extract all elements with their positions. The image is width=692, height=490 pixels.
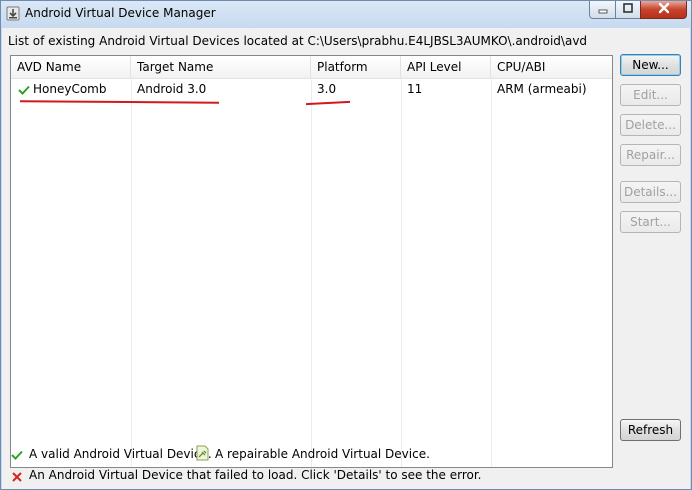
client-area: List of existing Android Virtual Devices… bbox=[2, 28, 690, 489]
minimize-button[interactable] bbox=[589, 1, 616, 19]
edit-button[interactable]: Edit... bbox=[620, 84, 681, 106]
title-bar[interactable]: Android Virtual Device Manager bbox=[1, 1, 691, 27]
repair-button[interactable]: Repair... bbox=[620, 144, 681, 166]
valid-check-icon bbox=[11, 449, 23, 463]
maximize-icon bbox=[623, 3, 633, 13]
red-underline-annotation bbox=[305, 100, 351, 106]
cpu-abi-cell: ARM (armeabi) bbox=[497, 82, 587, 96]
details-button[interactable]: Details... bbox=[620, 181, 681, 203]
legend-repairable-text: A repairable Android Virtual Device. bbox=[215, 447, 430, 461]
start-button[interactable]: Start... bbox=[620, 211, 681, 233]
table-header: AVD Name Target Name Platform API Level … bbox=[11, 56, 612, 79]
repairable-device-icon bbox=[195, 445, 210, 464]
legend-failed-text: An Android Virtual Device that failed to… bbox=[29, 468, 482, 482]
red-underline-annotation bbox=[19, 100, 220, 104]
new-button[interactable]: New... bbox=[620, 54, 681, 76]
column-header-cpu-abi[interactable]: CPU/ABI bbox=[491, 56, 612, 78]
column-header-target-name[interactable]: Target Name bbox=[131, 56, 311, 78]
platform-cell: 3.0 bbox=[317, 82, 337, 96]
avd-table[interactable]: AVD Name Target Name Platform API Level … bbox=[10, 55, 613, 468]
failed-x-icon bbox=[12, 471, 22, 485]
api-level-cell: 11 bbox=[407, 82, 423, 96]
legend-valid-text: A valid Android Virtual Device. bbox=[29, 447, 212, 461]
minimize-icon bbox=[598, 9, 607, 14]
column-divider bbox=[131, 78, 132, 467]
delete-button[interactable]: Delete... bbox=[620, 114, 681, 136]
android-download-icon bbox=[6, 6, 20, 21]
column-divider bbox=[401, 78, 402, 467]
close-icon bbox=[658, 2, 669, 14]
maximize-button[interactable] bbox=[615, 1, 641, 19]
avd-name-cell: HoneyComb bbox=[33, 82, 107, 96]
column-header-avd-name[interactable]: AVD Name bbox=[11, 56, 131, 78]
window-title: Android Virtual Device Manager bbox=[25, 6, 216, 20]
refresh-button[interactable]: Refresh bbox=[620, 419, 681, 441]
column-divider bbox=[491, 78, 492, 467]
column-header-platform[interactable]: Platform bbox=[311, 56, 401, 78]
column-divider bbox=[311, 78, 312, 467]
table-row[interactable]: HoneyComb Android 3.0 3.0 11 ARM (armeab… bbox=[11, 78, 612, 100]
column-header-api-level[interactable]: API Level bbox=[401, 56, 491, 78]
close-button[interactable] bbox=[640, 1, 687, 19]
target-name-cell: Android 3.0 bbox=[137, 82, 207, 96]
avd-location-label: List of existing Android Virtual Devices… bbox=[8, 34, 588, 48]
avd-manager-window: Android Virtual Device Manager List of e… bbox=[0, 0, 692, 490]
